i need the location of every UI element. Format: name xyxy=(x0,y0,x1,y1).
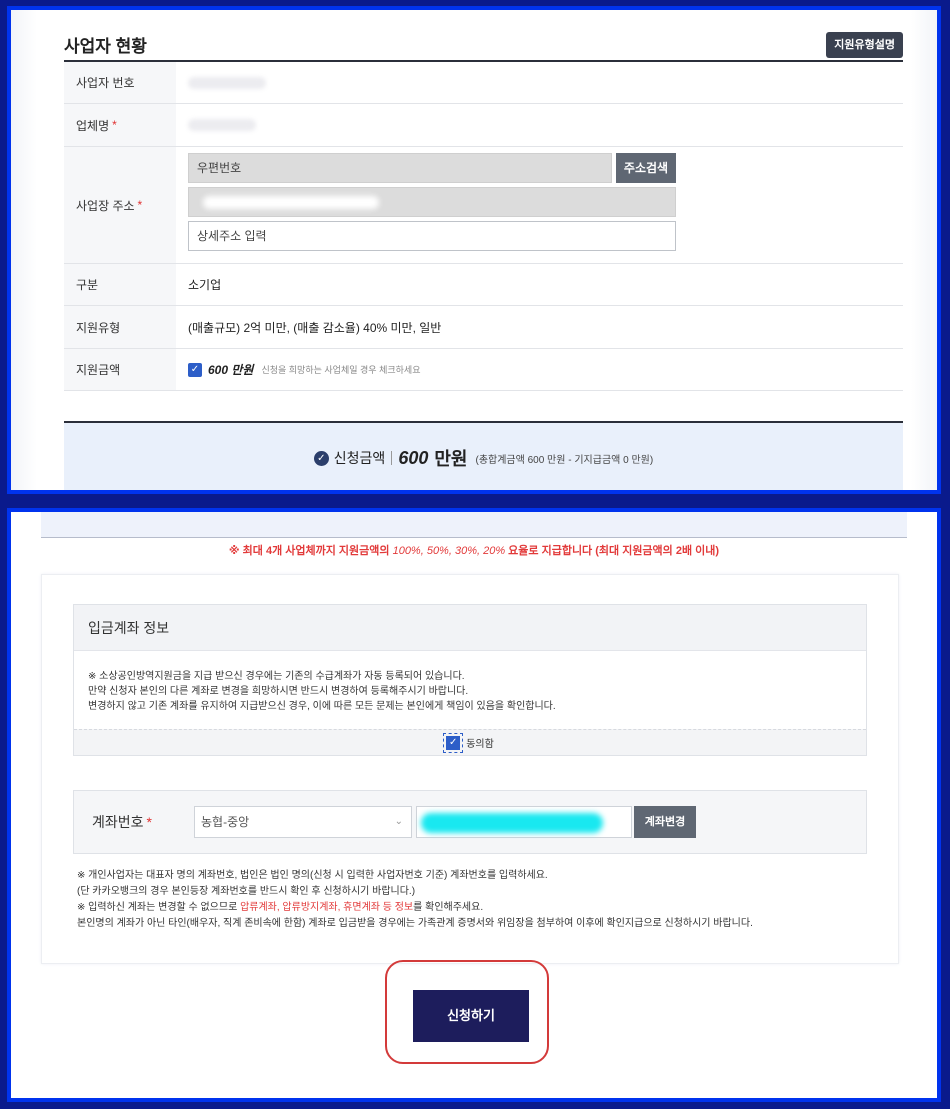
summary-unit: 만원 xyxy=(434,449,468,469)
redacted-account-number xyxy=(421,813,603,833)
support-type-guide-button[interactable]: 지원유형설명 xyxy=(826,32,903,58)
account-card: ※ 최대 4개 사업체까지 지원금액의 100%, 50%, 30%, 20% … xyxy=(11,512,937,1098)
account-panel: ※ 최대 4개 사업체까지 지원금액의 100%, 50%, 30%, 20% … xyxy=(7,508,941,1102)
biz-no-value xyxy=(176,62,903,103)
apply-button[interactable]: 신청하기 xyxy=(413,990,529,1042)
account-notes: ※ 개인사업자는 대표자 명의 계좌번호, 법인은 법인 명의(신청 시 입력한… xyxy=(77,870,753,929)
business-status-panel: 사업자 현황 지원유형설명 사업자 번호 업체명 * 사업장 주소 * 우편번호 주… xyxy=(7,6,941,494)
company-value xyxy=(176,104,903,146)
zip-code-field[interactable]: 우편번호 xyxy=(188,153,612,183)
support-amount-label: 지원금액 xyxy=(64,349,176,390)
support-amount-text: 600 만원 xyxy=(208,363,254,377)
address-label: 사업장 주소 * xyxy=(64,147,176,263)
change-account-button[interactable]: 계좌변경 xyxy=(634,806,696,838)
deposit-account-title: 입금계좌 정보 xyxy=(74,605,866,651)
summary-separator xyxy=(391,451,393,465)
deposit-account-info: 입금계좌 정보 ※ 소상공인방역지원금을 지급 받으신 경우에는 기존의 수급계… xyxy=(73,604,867,756)
company-label: 업체명 * xyxy=(64,104,176,146)
summary-detail: (총합계금액 600 만원 - 기지급금액 0 만원) xyxy=(475,454,654,466)
agree-row: ✓ 동의함 xyxy=(74,729,866,755)
row-support-amount: 지원금액 ✓ 600 만원 신청을 희망하는 사업체일 경우 체크하세요 xyxy=(64,349,903,391)
row-company: 업체명 * xyxy=(64,104,903,147)
category-value: 소기업 xyxy=(188,278,222,292)
redacted-company xyxy=(188,119,256,131)
redacted-address xyxy=(203,196,379,209)
section-title: 사업자 현황 xyxy=(64,37,147,56)
support-amount-checkbox[interactable]: ✓ xyxy=(188,362,202,377)
account-number-input[interactable] xyxy=(416,806,632,838)
max-support-notice: ※ 최대 4개 사업체까지 지원금액의 100%, 50%, 30%, 20% … xyxy=(228,545,720,557)
support-amount-value: ✓ 600 만원 신청을 희망하는 사업체일 경우 체크하세요 xyxy=(176,349,903,390)
row-biz-no: 사업자 번호 xyxy=(64,62,903,104)
account-number-label: 계좌번호 * xyxy=(92,814,152,830)
summary-band-edge xyxy=(41,512,907,538)
chevron-down-icon: ⌄ xyxy=(394,816,403,827)
row-category: 구분 소기업 xyxy=(64,264,903,306)
check-circle-icon: ✓ xyxy=(313,450,329,466)
business-status-card: 사업자 현황 지원유형설명 사업자 번호 업체명 * 사업장 주소 * 우편번호 주… xyxy=(11,10,937,490)
summary-amount: 600 xyxy=(398,447,429,468)
detail-address-field[interactable]: 상세주소 입력 xyxy=(188,221,676,251)
summary-label: 신청금액 xyxy=(333,450,386,466)
agree-checkbox[interactable]: ✓ xyxy=(443,732,464,753)
application-summary: ✓ 신청금액 600 만원 (총합계금액 600 만원 - 기지급금액 0 만원… xyxy=(64,423,903,490)
address-search-button[interactable]: 주소검색 xyxy=(616,153,676,183)
redacted-biz-no xyxy=(188,76,266,89)
address-fields: 우편번호 주소검색 상세주소 입력 xyxy=(176,147,676,263)
support-amount-note: 신청을 희망하는 사업체일 경우 체크하세요 xyxy=(261,365,421,375)
row-support-type: 지원유형 (매출규모) 2억 미만, (매출 감소율) 40% 미만, 일반 xyxy=(64,306,903,349)
account-number-row: 계좌번호 * 농협-중앙 ⌄ 계좌변경 xyxy=(73,790,867,854)
category-label: 구분 xyxy=(64,264,176,305)
address-field[interactable] xyxy=(188,187,676,217)
support-type-label: 지원유형 xyxy=(64,306,176,348)
biz-no-label: 사업자 번호 xyxy=(64,62,176,103)
support-type-value: (매출규모) 2억 미만, (매출 감소율) 40% 미만, 일반 xyxy=(188,320,442,335)
business-form-table: 사업자 번호 업체명* 사업장 주소* 우편번호 주소검색 상세주소 입력 xyxy=(64,62,903,391)
deposit-account-text: ※ 소상공인방역지원금을 지급 받으신 경우에는 기존의 수급계좌가 자동 등록… xyxy=(88,671,556,712)
bank-select[interactable]: 농협-중앙 ⌄ xyxy=(194,806,412,838)
row-address: 사업장 주소 * 우편번호 주소검색 상세주소 입력 xyxy=(64,147,903,264)
agree-label[interactable]: 동의함 xyxy=(466,735,494,750)
